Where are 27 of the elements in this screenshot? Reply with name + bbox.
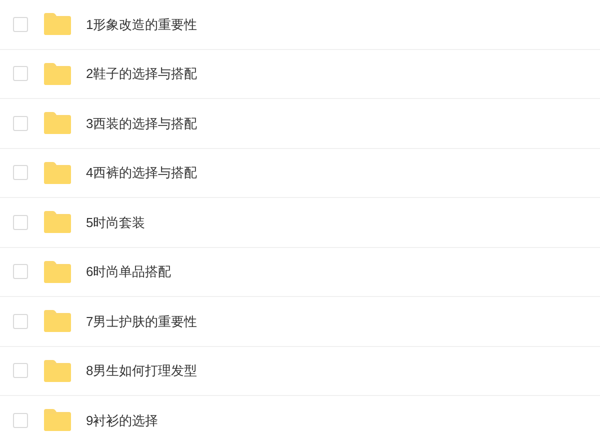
folder-icon <box>43 62 72 86</box>
checkbox[interactable] <box>13 214 28 230</box>
folder-name[interactable]: 4西裤的选择与搭配 <box>86 163 198 182</box>
folder-icon <box>43 408 72 432</box>
folder-name[interactable]: 5时尚套装 <box>86 212 146 232</box>
folder-name[interactable]: 1形象改造的重要性 <box>86 14 198 34</box>
folder-icon <box>43 111 72 136</box>
folder-icon <box>43 358 72 383</box>
folder-name[interactable]: 2鞋子的选择与搭配 <box>86 64 198 84</box>
folder-name[interactable]: 9衬衫的选择 <box>86 410 158 430</box>
checkbox[interactable] <box>13 165 28 180</box>
checkbox[interactable] <box>13 314 28 329</box>
checkbox[interactable] <box>13 16 28 32</box>
folder-icon <box>43 160 72 185</box>
folder-name[interactable]: 7男士护肤的重要性 <box>86 312 198 331</box>
folder-name[interactable]: 6时尚单品搭配 <box>86 262 172 282</box>
folder-icon <box>43 12 72 36</box>
folder-icon <box>43 309 72 334</box>
folder-icon <box>43 260 72 284</box>
checkbox[interactable] <box>13 363 28 378</box>
checkbox[interactable] <box>13 264 28 280</box>
folder-name[interactable]: 8男生如何打理发型 <box>86 361 198 380</box>
checkbox[interactable] <box>13 116 28 131</box>
checkbox[interactable] <box>13 412 28 428</box>
folder-icon <box>43 210 72 234</box>
folder-name[interactable]: 3西装的选择与搭配 <box>86 114 198 133</box>
checkbox[interactable] <box>13 66 28 82</box>
